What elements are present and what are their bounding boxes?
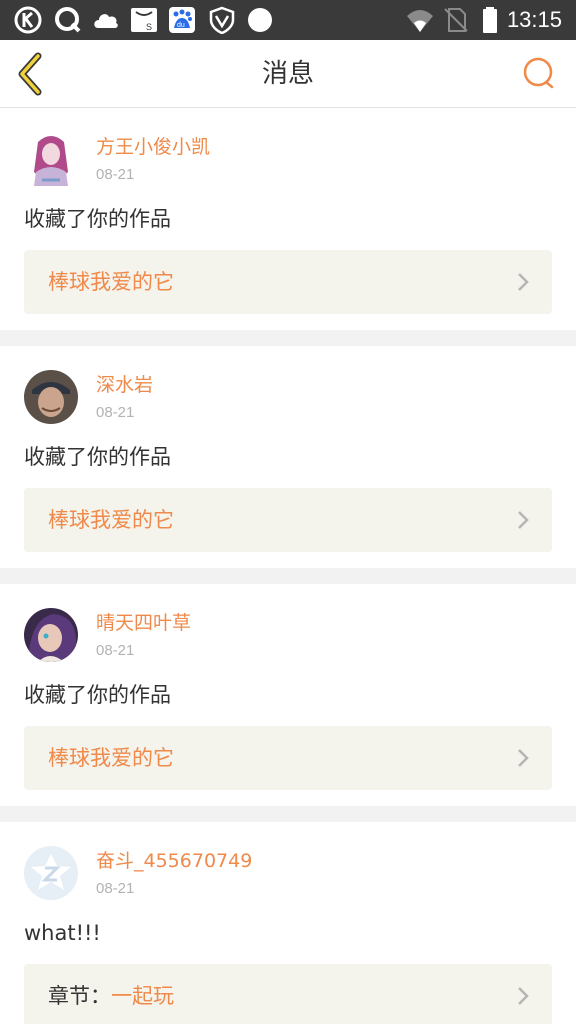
message-card: 晴天四叶草 08-21 收藏了你的作品 棒球我爱的它: [0, 584, 576, 806]
shield-v-icon: [209, 6, 235, 34]
battery-icon: [483, 7, 497, 33]
baidu-du-icon: du: [169, 7, 195, 33]
page-title: 消息: [261, 59, 314, 89]
svg-text:S: S: [146, 22, 152, 32]
message-card: 方王小俊小凯 08-21 收藏了你的作品 棒球我爱的它: [0, 108, 576, 330]
q-app-icon: [55, 7, 81, 33]
work-title-text: 棒球我爱的它: [48, 746, 174, 770]
s-bag-icon: S: [131, 8, 157, 32]
search-icon: [523, 57, 554, 89]
work-title-text: 棒球我爱的它: [48, 270, 174, 294]
work-title-text: 棒球我爱的它: [48, 508, 174, 532]
work-title: 棒球我爱的它: [48, 250, 174, 314]
message-text: 收藏了你的作品: [24, 207, 171, 231]
work-title-text: 一起玩: [111, 984, 174, 1008]
message-card: 深水岩 08-21 收藏了你的作品 棒球我爱的它: [0, 346, 576, 568]
user-name[interactable]: 奋斗_455670749: [96, 850, 252, 872]
message-list: 方王小俊小凯 08-21 收藏了你的作品 棒球我爱的它 深水岩 08-21 收藏…: [0, 108, 576, 1024]
work-link[interactable]: 棒球我爱的它: [24, 488, 552, 552]
message-card: 奋斗_455670749 08-21 what!!! 章节：一起玩: [0, 822, 576, 1024]
work-prefix: 章节：: [48, 984, 111, 1008]
work-link[interactable]: 棒球我爱的它: [24, 726, 552, 790]
work-title: 章节：一起玩: [48, 964, 174, 1024]
message-date: 08-21: [96, 166, 135, 183]
work-title: 棒球我爱的它: [48, 488, 174, 552]
svg-text:du: du: [177, 22, 185, 29]
circle-icon: [248, 8, 272, 32]
user-name[interactable]: 方王小俊小凯: [96, 136, 210, 158]
chevron-right-icon: [518, 273, 529, 291]
message-text: what!!!: [24, 921, 101, 945]
message-text: 收藏了你的作品: [24, 445, 171, 469]
avatar[interactable]: [24, 370, 78, 424]
chevron-right-icon: [518, 511, 529, 529]
no-sim-icon: [444, 8, 468, 32]
user-name[interactable]: 晴天四叶草: [96, 612, 191, 634]
work-title: 棒球我爱的它: [48, 726, 174, 790]
message-text: 收藏了你的作品: [24, 683, 171, 707]
message-date: 08-21: [96, 642, 135, 659]
chevron-right-icon: [518, 749, 529, 767]
message-date: 08-21: [96, 880, 135, 897]
work-link[interactable]: 棒球我爱的它: [24, 250, 552, 314]
status-time: 13:15: [506, 7, 562, 32]
wifi-icon: [407, 10, 433, 32]
work-link[interactable]: 章节：一起玩: [24, 964, 552, 1024]
message-date: 08-21: [96, 404, 135, 421]
cloud-icon: [94, 14, 118, 28]
status-bar: S du 13:15: [0, 0, 576, 40]
avatar[interactable]: [24, 846, 78, 900]
k-app-icon: [14, 6, 42, 34]
header-bar: 消息: [0, 40, 576, 108]
avatar[interactable]: [24, 608, 78, 662]
chevron-right-icon: [518, 987, 529, 1005]
search-button[interactable]: [522, 56, 556, 90]
user-name[interactable]: 深水岩: [96, 374, 153, 396]
avatar[interactable]: [24, 132, 78, 186]
